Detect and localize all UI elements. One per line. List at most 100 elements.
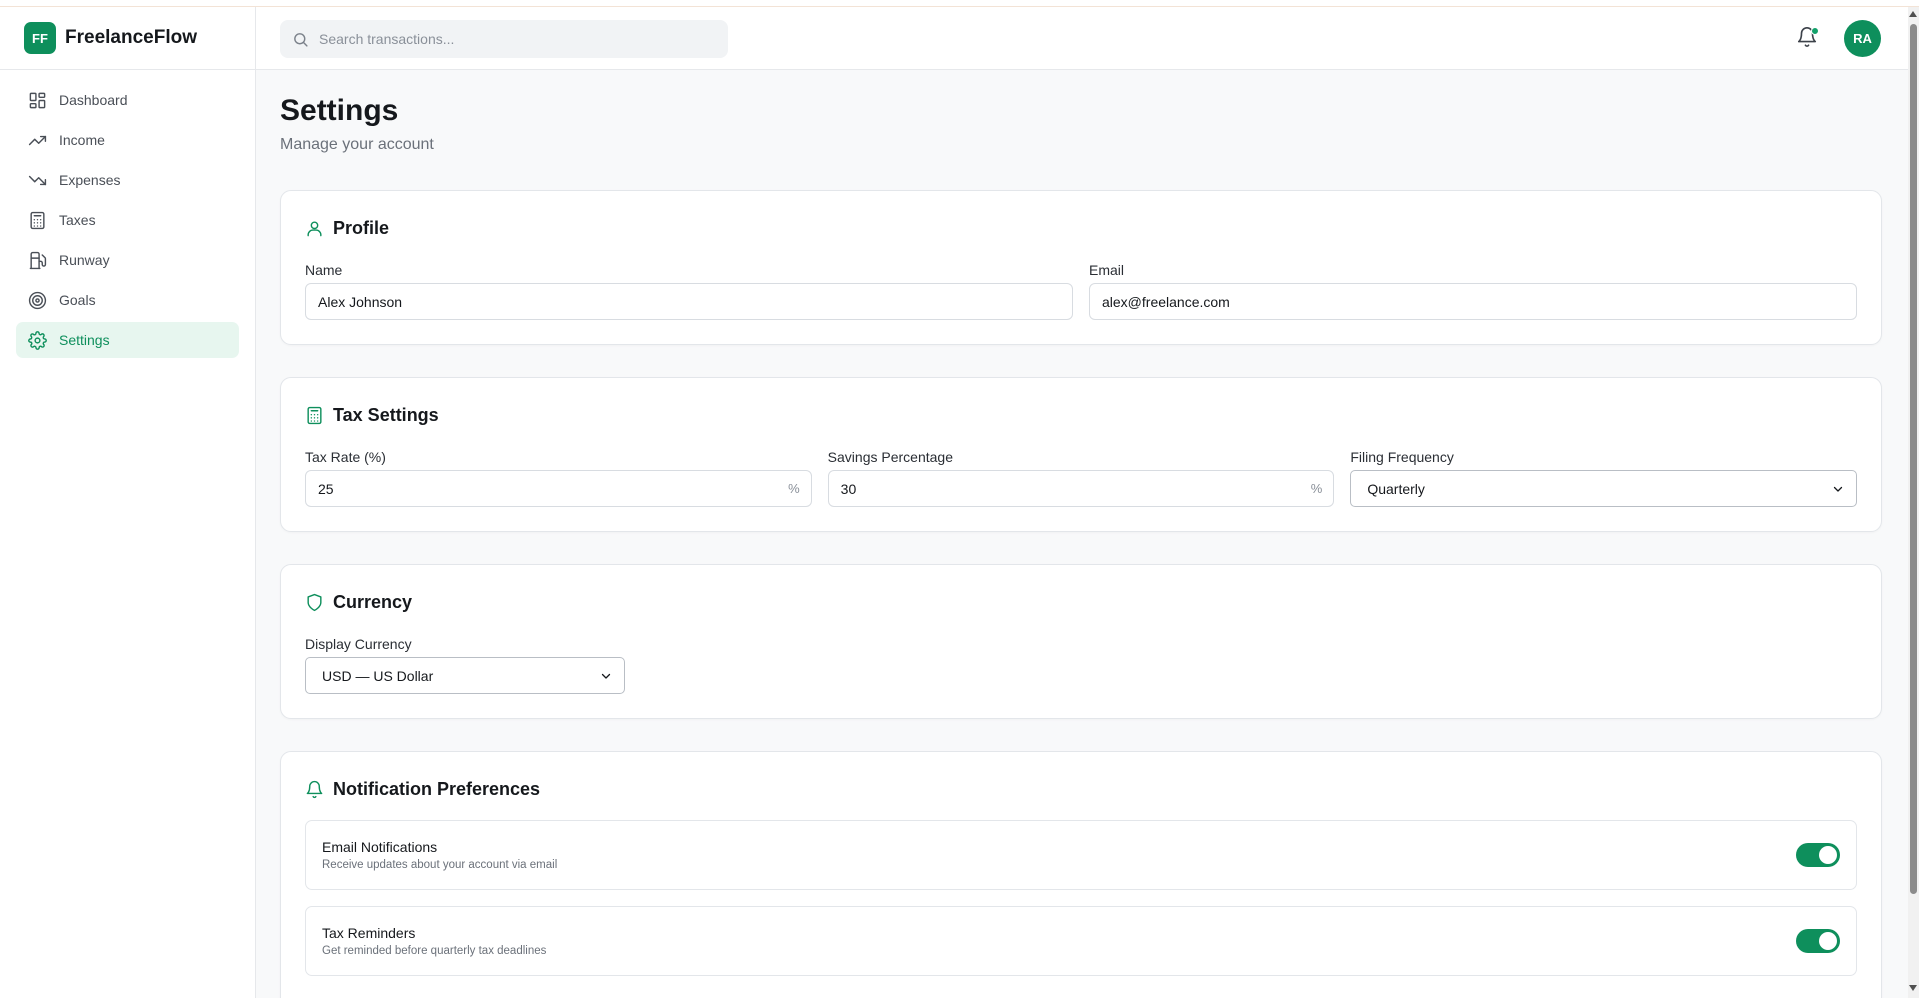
sidebar-item-income[interactable]: Income <box>16 122 239 158</box>
filing-frequency-select[interactable]: Quarterly <box>1350 470 1858 507</box>
scroll-down-icon[interactable] <box>1909 985 1917 991</box>
profile-card: Profile Name Email <box>280 190 1882 345</box>
tax-rate-input[interactable] <box>318 480 799 497</box>
search-icon <box>294 32 308 47</box>
select-value: Quarterly <box>1367 480 1425 497</box>
topbar: RA <box>256 7 1908 70</box>
target-icon <box>28 291 47 309</box>
tax-fields: Tax Rate (%) % Savings Percentage % Fili… <box>305 448 1858 507</box>
pref-description: Receive updates about your account via e… <box>322 859 558 871</box>
email-notifications-toggle[interactable] <box>1796 843 1840 867</box>
page-subtitle: Manage your account <box>280 136 434 153</box>
sidebar-item-taxes[interactable]: Taxes <box>16 202 239 238</box>
sidebar-item-dashboard[interactable]: Dashboard <box>16 82 239 118</box>
pref-text: Tax Reminders Get reminded before quarte… <box>322 925 546 957</box>
field-label: Name <box>305 262 343 278</box>
email-field: Email <box>1089 261 1857 320</box>
calculator-icon <box>30 211 45 229</box>
tax-reminders-toggle[interactable] <box>1796 929 1840 953</box>
sidebar-item-label: Taxes <box>59 212 96 228</box>
pref-email-notifications: Email Notifications Receive updates abou… <box>305 820 1857 890</box>
pref-title: Tax Reminders <box>322 925 416 941</box>
pref-tax-reminders: Tax Reminders Get reminded before quarte… <box>305 906 1857 976</box>
sidebar-item-expenses[interactable]: Expenses <box>16 162 239 198</box>
email-input-box[interactable] <box>1089 283 1857 320</box>
card-header: Tax Settings <box>305 402 1857 428</box>
profile-fields: Name Email <box>305 261 1857 320</box>
sidebar-item-label: Settings <box>59 332 110 348</box>
trending-up-icon <box>28 135 47 145</box>
sidebar-item-label: Goals <box>59 292 96 308</box>
toggle-knob <box>1819 932 1837 950</box>
currency-card: Currency Display Currency USD — US Dolla… <box>280 564 1882 719</box>
card-title: Profile <box>333 217 390 238</box>
sidebar-item-label: Expenses <box>59 172 121 188</box>
field-label: Savings Percentage <box>827 449 953 465</box>
card-title: Currency <box>333 591 413 612</box>
main-content: Settings Manage your account Profile Nam… <box>280 70 1882 998</box>
toggle-knob <box>1819 846 1837 864</box>
percent-suffix: % <box>788 481 800 496</box>
field-label: Display Currency <box>305 636 412 652</box>
filing-frequency-field: Filing Frequency Quarterly <box>1350 448 1858 507</box>
pref-text: Email Notifications Receive updates abou… <box>322 839 557 871</box>
sidebar-item-runway[interactable]: Runway <box>16 242 239 278</box>
search-box[interactable] <box>280 20 728 58</box>
page-title: Settings <box>280 94 399 127</box>
pref-title: Email Notifications <box>322 839 438 855</box>
field-label: Filing Frequency <box>1350 449 1454 465</box>
top-edge <box>0 0 1919 7</box>
tax-rate-input-box[interactable]: % <box>305 470 812 507</box>
bell-icon <box>306 780 323 798</box>
brand-name: FreelanceFlow <box>65 27 197 48</box>
currency-fields: Display Currency USD — US Dollar <box>305 635 1857 694</box>
trending-down-icon <box>28 175 47 185</box>
scroll-thumb[interactable] <box>1910 24 1917 894</box>
notification-preferences-card: Notification Preferences Email Notificat… <box>280 751 1882 998</box>
name-field: Name <box>305 261 1073 320</box>
sidebar-item-label: Dashboard <box>59 92 128 108</box>
chevron-down-icon <box>1833 486 1843 492</box>
sidebar-item-settings[interactable]: Settings <box>16 322 239 358</box>
chevron-down-icon <box>601 673 611 679</box>
percent-suffix: % <box>1310 481 1323 496</box>
select-value: USD — US Dollar <box>322 667 434 684</box>
user-icon <box>307 220 322 236</box>
avatar[interactable]: RA <box>1844 20 1881 57</box>
tax-rate-field: Tax Rate (%) % <box>305 448 812 507</box>
display-currency-field: Display Currency USD — US Dollar <box>305 635 625 694</box>
card-header: Notification Preferences <box>305 776 1857 802</box>
tax-settings-card: Tax Settings Tax Rate (%) % Savings Perc… <box>280 377 1882 532</box>
savings-input-box[interactable]: % <box>827 470 1335 507</box>
dashboard-icon <box>29 92 46 108</box>
card-title: Tax Settings <box>333 404 439 425</box>
calculator-icon <box>307 406 322 424</box>
fuel-icon <box>29 251 47 269</box>
sidebar-item-goals[interactable]: Goals <box>16 282 239 318</box>
notification-dot <box>1811 27 1819 35</box>
brand[interactable]: FF FreelanceFlow <box>0 7 255 70</box>
name-input-box[interactable] <box>305 283 1073 320</box>
savings-input[interactable] <box>840 480 1322 497</box>
name-input[interactable] <box>318 293 1060 310</box>
sidebar-nav: Dashboard Income Expenses Taxes Runway G… <box>0 70 255 374</box>
card-title: Notification Preferences <box>333 778 541 799</box>
brand-logo: FF <box>24 22 56 54</box>
field-label: Email <box>1089 262 1125 278</box>
savings-percentage-field: Savings Percentage % <box>827 448 1335 507</box>
gear-icon <box>28 330 47 350</box>
pref-description: Get reminded before quarterly tax deadli… <box>322 945 547 957</box>
shield-icon <box>307 593 322 611</box>
notifications-button[interactable] <box>1796 26 1820 50</box>
search-input[interactable] <box>319 31 719 47</box>
scroll-up-icon[interactable] <box>1909 11 1917 17</box>
sidebar-item-label: Income <box>59 132 105 148</box>
scrollbar[interactable] <box>1908 7 1919 998</box>
card-header: Currency <box>305 589 1857 615</box>
email-input[interactable] <box>1102 293 1844 310</box>
sidebar-item-label: Runway <box>59 252 110 268</box>
sidebar: FF FreelanceFlow Dashboard Income Expens… <box>0 7 256 998</box>
display-currency-select[interactable]: USD — US Dollar <box>305 657 625 694</box>
card-header: Profile <box>305 215 1857 241</box>
field-label: Tax Rate (%) <box>305 449 386 465</box>
